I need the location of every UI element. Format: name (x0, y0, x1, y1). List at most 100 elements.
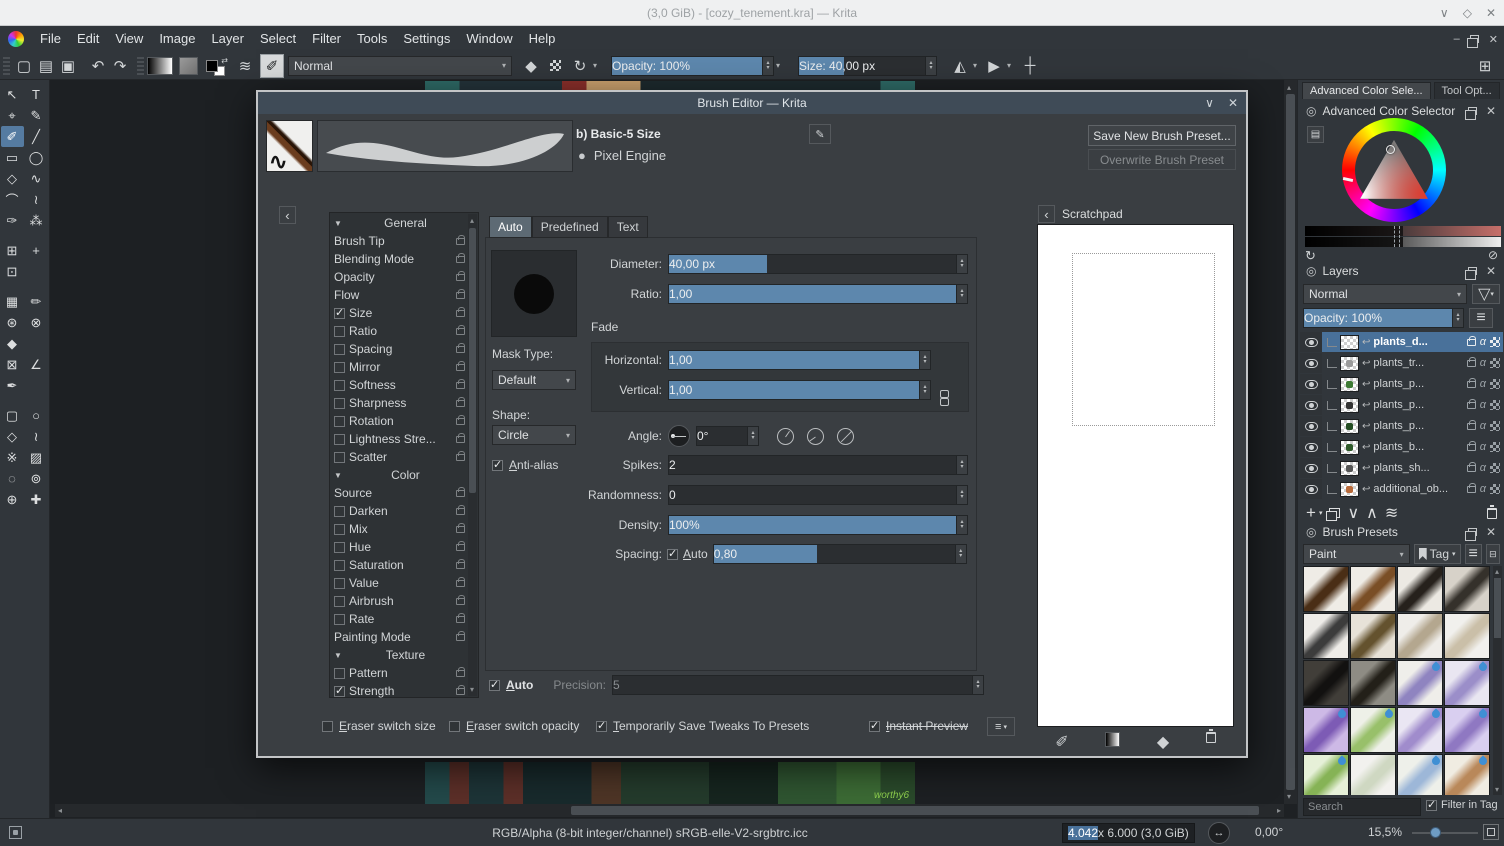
mdi-restore-icon[interactable] (1466, 35, 1479, 48)
move-layer-down-icon[interactable]: ∨ (1347, 503, 1359, 523)
collapse-options-button[interactable]: ‹ (279, 206, 296, 224)
preset-tag-dropdown[interactable]: Paint ▾ (1303, 544, 1410, 564)
layer-thumbnail[interactable] (1340, 439, 1359, 455)
overwrite-brush-preset-button[interactable]: Overwrite Brush Preset (1088, 149, 1236, 170)
selection-mode-icon[interactable] (9, 826, 22, 839)
option-lock-icon[interactable] (456, 558, 465, 569)
horizontal-fade-slider[interactable]: 1,00 (668, 350, 920, 370)
save-document-icon[interactable]: ▣ (57, 55, 79, 77)
wrap-around-mode-icon[interactable]: ┼ (1019, 55, 1041, 77)
option-lock-icon[interactable] (456, 306, 465, 317)
option-lock-icon[interactable] (456, 684, 465, 695)
fill-tool[interactable]: ◆ (1, 333, 24, 354)
freehand-brush-tool[interactable]: ✐ (0, 126, 24, 147)
layer-alpha-lock-icon[interactable]: α (1480, 441, 1486, 453)
docker-close-icon[interactable]: ✕ (1486, 264, 1496, 278)
mirror-horizontal-dropdown-arrow[interactable]: ▾ (973, 61, 977, 70)
menu-item[interactable]: Layer (203, 29, 252, 48)
layer-lock-icon[interactable] (1466, 440, 1476, 451)
calligraphy-tool[interactable]: ✎ (25, 105, 48, 126)
layer-row[interactable]: ↩ plants_tr... α (1300, 353, 1503, 373)
diameter-spinner[interactable]: ▴ ▾ (957, 254, 968, 274)
brush-settings-icon[interactable]: ≋ (234, 55, 256, 77)
layer-alpha-lock-icon[interactable]: α (1480, 336, 1486, 348)
option-checkbox[interactable] (334, 415, 345, 427)
rectangle-tool[interactable]: ▭ (1, 147, 24, 168)
preset-search-input[interactable] (1303, 798, 1421, 816)
options-scrollbar[interactable]: ▴ ▾ (468, 214, 477, 696)
option-lock-icon[interactable] (456, 342, 465, 353)
brush-preset-thumbnail[interactable] (1303, 566, 1349, 612)
option-checkbox[interactable] (334, 451, 345, 463)
line-tool[interactable]: ╱ (25, 126, 48, 147)
brush-option-row[interactable]: ▼ Value (331, 574, 468, 592)
option-lock-icon[interactable] (456, 324, 465, 335)
polygon-tool[interactable]: ◇ (1, 168, 24, 189)
layer-inherit-alpha-icon[interactable] (1490, 379, 1500, 389)
temporarily-save-tweaks-checkbox[interactable] (596, 719, 607, 732)
brush-option-row[interactable]: ▼ Color (331, 466, 468, 484)
menu-item[interactable]: Window (458, 29, 520, 48)
brush-preset-thumbnail[interactable] (1350, 754, 1396, 795)
vertical-fade-spinner[interactable]: ▴ ▾ (920, 380, 931, 400)
reset-angle-icon[interactable] (837, 427, 854, 445)
polyline-tool[interactable]: ∿ (25, 168, 48, 189)
option-checkbox[interactable] (334, 577, 345, 589)
option-checkbox[interactable] (334, 397, 345, 409)
brush-preset-thumbnail[interactable] (1303, 707, 1349, 753)
randomness-slider[interactable]: 0 (668, 485, 957, 505)
menu-item[interactable]: View (107, 29, 151, 48)
option-lock-icon[interactable] (456, 288, 465, 299)
brush-option-row[interactable]: ▼ Spacing (331, 340, 468, 358)
add-layer-button[interactable]: + (1306, 503, 1316, 523)
mirror-vertical-dropdown-arrow[interactable]: ▾ (1007, 61, 1011, 70)
option-lock-icon[interactable] (456, 360, 465, 371)
option-checkbox[interactable] (334, 684, 345, 697)
layer-thumbnail[interactable] (1340, 355, 1359, 371)
layer-alpha-lock-icon[interactable]: α (1480, 462, 1486, 474)
brush-option-row[interactable]: ▼ Airbrush (331, 592, 468, 610)
dialog-detach-icon[interactable]: ∨ (1205, 96, 1214, 110)
select-shapes-tool[interactable]: ↖ (1, 84, 24, 105)
brush-preset-thumbnail[interactable] (1397, 613, 1443, 659)
brush-preset-thumbnail[interactable] (1350, 613, 1396, 659)
brush-option-row[interactable]: ▼ Brush Tip (331, 232, 468, 250)
scroll-left-icon[interactable]: ◂ (58, 806, 62, 815)
section-triangle-icon[interactable]: ▼ (334, 219, 342, 228)
mdi-close-icon[interactable]: ✕ (1489, 33, 1498, 46)
option-checkbox[interactable] (334, 433, 345, 445)
mirror-vertical-icon[interactable]: ▶ (983, 55, 1005, 77)
option-lock-icon[interactable] (456, 522, 465, 533)
storage-icon[interactable]: ⊟ (1485, 544, 1500, 564)
option-lock-icon[interactable] (456, 414, 465, 425)
smart-patch-tool[interactable]: ⊗ (25, 312, 48, 333)
brush-tip-tab[interactable]: Text (607, 216, 648, 238)
redo-icon[interactable]: ↷ (109, 55, 131, 77)
option-checkbox[interactable] (334, 306, 345, 319)
scroll-down-icon[interactable]: ▾ (1287, 792, 1291, 801)
brush-preset-thumbnail[interactable] (1444, 707, 1490, 753)
option-checkbox[interactable] (334, 343, 345, 355)
spacing-auto-checkbox[interactable] (667, 547, 678, 560)
option-lock-icon[interactable] (456, 486, 465, 497)
window-maximize-icon[interactable]: ◇ (1463, 6, 1472, 20)
layer-lock-icon[interactable] (1466, 482, 1476, 493)
brush-option-row[interactable]: ▼ Strength (331, 682, 468, 700)
brush-option-row[interactable]: ▼ Ratio (331, 322, 468, 340)
layer-name[interactable]: plants_p... (1373, 399, 1463, 411)
layer-style-icon[interactable]: ↩ (1362, 358, 1370, 369)
duplicate-layer-icon[interactable] (1326, 508, 1341, 521)
layer-blending-mode-dropdown[interactable]: Normal ▾ (1303, 284, 1467, 304)
layer-opacity-spinner[interactable]: ▴ ▾ (1453, 308, 1464, 328)
layer-alpha-lock-icon[interactable]: α (1480, 483, 1486, 495)
options-scroll-down-icon[interactable]: ▾ (470, 685, 474, 694)
layer-name[interactable]: plants_p... (1373, 378, 1463, 390)
docker-float-icon[interactable] (1464, 267, 1477, 280)
zoom-fit-button[interactable] (1483, 824, 1499, 840)
ellipse-tool[interactable]: ◯ (25, 147, 48, 168)
precision-spinner[interactable]: ▴ ▾ (973, 675, 985, 695)
layer-name[interactable]: additional_ob... (1373, 483, 1463, 495)
dynamic-brush-tool[interactable]: ✑ (1, 210, 24, 231)
brush-preset-thumbnail[interactable] (1303, 754, 1349, 795)
option-checkbox[interactable] (334, 505, 345, 517)
